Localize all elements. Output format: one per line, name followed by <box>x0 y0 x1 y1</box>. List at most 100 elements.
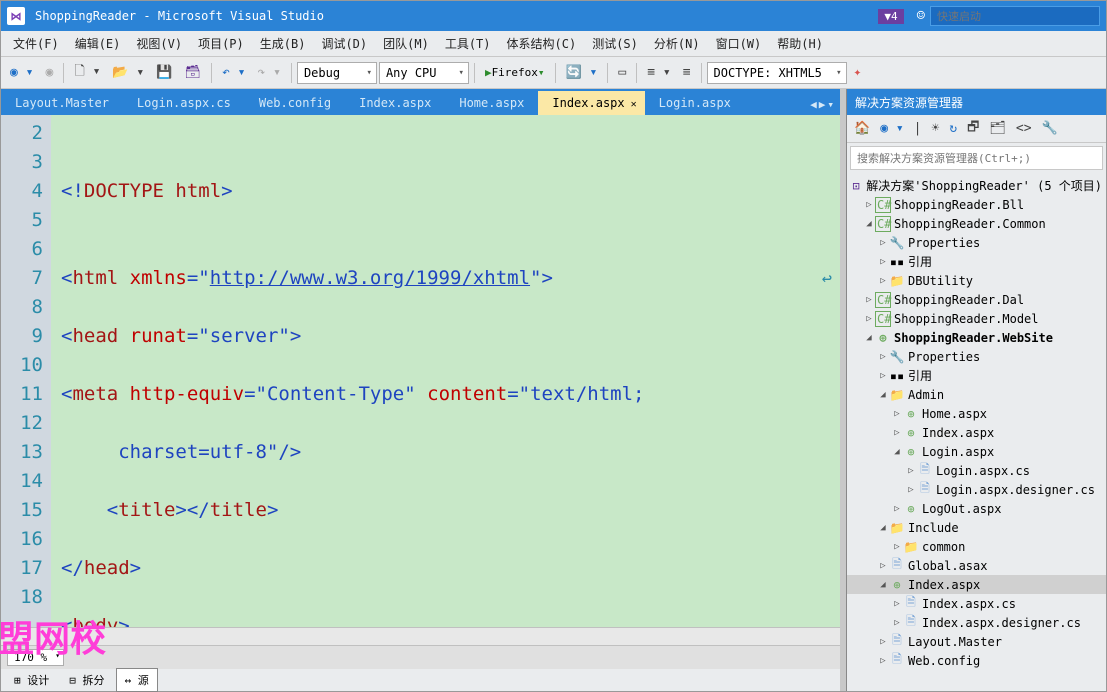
zoom-combo[interactable]: 170 % <box>7 649 64 666</box>
cs-file-icon: 🗎 <box>917 460 933 481</box>
menu-view[interactable]: 视图(V) <box>128 31 190 56</box>
node-references-2[interactable]: ▷▪▪引用 <box>847 366 1106 385</box>
preview-icon[interactable]: 🔧 <box>1039 119 1061 138</box>
project-common[interactable]: ◢C#ShoppingReader.Common <box>847 214 1106 233</box>
node-home-aspx[interactable]: ▷⊕Home.aspx <box>847 404 1106 423</box>
aspx-icon: ⊕ <box>903 426 919 440</box>
csproj-icon: C# <box>875 197 891 213</box>
tab-login-aspx[interactable]: Login.aspx <box>645 91 745 115</box>
project-bll[interactable]: ▷C#ShoppingReader.Bll <box>847 195 1106 214</box>
home-icon[interactable]: 🏠 <box>851 119 873 138</box>
tab-home-aspx[interactable]: Home.aspx <box>445 91 538 115</box>
back-icon[interactable]: ◉ ▾ <box>877 119 906 138</box>
menu-tools[interactable]: 工具(T) <box>437 31 499 56</box>
project-dal[interactable]: ▷C#ShoppingReader.Dal <box>847 290 1106 309</box>
menu-help[interactable]: 帮助(H) <box>769 31 831 56</box>
indent-button[interactable]: ≡ ▾ <box>642 62 675 83</box>
explorer-header: 解决方案资源管理器 <box>847 89 1106 115</box>
tab-prev-icon[interactable]: ◀ <box>810 98 817 111</box>
menu-debug[interactable]: 调试(D) <box>313 31 375 56</box>
save-all-button[interactable]: 🗃 <box>179 62 206 83</box>
browser-link-button[interactable]: 🔄 ▾ <box>561 62 603 83</box>
properties-icon[interactable]: <> <box>1013 119 1035 138</box>
doctype-combo[interactable]: DOCTYPE: XHTML5 <box>707 62 847 84</box>
save-button[interactable]: 💾 <box>151 62 177 83</box>
feedback-icon[interactable]: ☺ <box>917 8 925 24</box>
wrench-icon: 🔧 <box>889 350 905 364</box>
collapse-icon[interactable]: 🗗 <box>964 116 982 142</box>
notification-badge[interactable]: ▼4 <box>878 9 903 24</box>
aspx-icon: ⊕ <box>889 578 905 592</box>
nav-forward-button[interactable]: ◉ <box>40 62 58 83</box>
solution-tree[interactable]: ⊡解决方案'ShoppingReader' (5 个项目) ▷C#Shoppin… <box>847 173 1106 691</box>
pending-changes-icon[interactable]: ☀ <box>929 119 943 138</box>
menu-team[interactable]: 团队(M) <box>375 31 437 56</box>
node-global-asax[interactable]: ▷🗎Global.asax <box>847 556 1106 575</box>
code-content[interactable]: <!DOCTYPE html> <html xmlns="http://www.… <box>51 115 840 627</box>
node-admin[interactable]: ◢📁Admin <box>847 385 1106 404</box>
solution-explorer: 解决方案资源管理器 🏠 ◉ ▾ | ☀ ↻ 🗗 🗂 <> 🔧 ⊡解决方案'Sho… <box>846 89 1106 691</box>
tab-webconfig[interactable]: Web.config <box>245 91 345 115</box>
node-login-cs[interactable]: ▷🗎Login.aspx.cs <box>847 461 1106 480</box>
node-web-config[interactable]: ▷🗎Web.config <box>847 651 1106 670</box>
menu-edit[interactable]: 编辑(E) <box>67 31 129 56</box>
tab-dropdown-icon[interactable]: ▾ <box>827 98 834 111</box>
nav-back-button[interactable]: ◉ ▾ <box>5 62 38 83</box>
node-properties-2[interactable]: ▷🔧Properties <box>847 347 1106 366</box>
menu-architecture[interactable]: 体系结构(C) <box>499 31 585 56</box>
open-file-button[interactable]: 📂 ▾ <box>107 62 149 83</box>
config-combo[interactable]: Debug <box>297 62 377 84</box>
code-editor[interactable]: 23456789101112131415161718 <!DOCTYPE htm… <box>1 115 840 627</box>
node-logout-aspx[interactable]: ▷⊕LogOut.aspx <box>847 499 1106 518</box>
source-tab[interactable]: ↔ 源 <box>116 668 158 692</box>
node-properties[interactable]: ▷🔧Properties <box>847 233 1106 252</box>
menu-test[interactable]: 测试(S) <box>584 31 646 56</box>
explorer-search-input[interactable] <box>850 146 1103 170</box>
tab-index-aspx-active[interactable]: Index.aspx✕ <box>538 91 644 115</box>
platform-combo[interactable]: Any CPU <box>379 62 469 84</box>
project-website[interactable]: ◢⊕ShoppingReader.WebSite <box>847 328 1106 347</box>
quick-launch-input[interactable] <box>930 6 1100 26</box>
tab-index-aspx-1[interactable]: Index.aspx <box>345 91 445 115</box>
validate-button[interactable]: ✦ <box>849 62 867 83</box>
cs-file-icon: 🗎 <box>917 479 933 500</box>
project-model[interactable]: ▷C#ShoppingReader.Model <box>847 309 1106 328</box>
node-references[interactable]: ▷▪▪引用 <box>847 252 1106 271</box>
menu-window[interactable]: 窗口(W) <box>708 31 770 56</box>
new-project-button[interactable]: 🗋 ▾ <box>69 59 105 87</box>
aspx-icon: ⊕ <box>903 502 919 516</box>
menu-file[interactable]: 文件(F) <box>5 31 67 56</box>
node-login-designer[interactable]: ▷🗎Login.aspx.designer.cs <box>847 480 1106 499</box>
undo-button[interactable]: ↶ ▾ <box>217 62 250 83</box>
split-tab[interactable]: ⊟ 拆分 <box>60 668 113 692</box>
redo-button[interactable]: ↷ ▾ <box>252 62 285 83</box>
node-index-cs[interactable]: ▷🗎Index.aspx.cs <box>847 594 1106 613</box>
node-dbutility[interactable]: ▷📁DBUtility <box>847 271 1106 290</box>
config-icon: 🗎 <box>889 650 905 671</box>
close-icon[interactable]: ✕ <box>631 99 637 110</box>
outdent-button[interactable]: ≡ <box>678 62 696 83</box>
node-index-aspx[interactable]: ▷⊕Index.aspx <box>847 423 1106 442</box>
start-button[interactable]: ▶ Firefox ▾ <box>480 63 550 82</box>
design-tab[interactable]: ⊞ 设计 <box>5 668 58 692</box>
node-include[interactable]: ◢📁Include <box>847 518 1106 537</box>
divider-icon[interactable]: ▭ <box>613 62 631 83</box>
horizontal-scrollbar[interactable] <box>1 627 840 645</box>
window-title: ShoppingReader - Microsoft Visual Studio <box>35 9 324 23</box>
sync-icon[interactable]: ↻ <box>946 119 960 138</box>
node-index-designer[interactable]: ▷🗎Index.aspx.designer.cs <box>847 613 1106 632</box>
menu-analyze[interactable]: 分析(N) <box>646 31 708 56</box>
node-common-folder[interactable]: ▷📁common <box>847 537 1106 556</box>
tab-layout-master[interactable]: Layout.Master <box>1 91 123 115</box>
folder-icon: 📁 <box>903 540 919 554</box>
menu-project[interactable]: 项目(P) <box>190 31 252 56</box>
node-index-aspx-root[interactable]: ◢⊕Index.aspx <box>847 575 1106 594</box>
menu-build[interactable]: 生成(B) <box>252 31 314 56</box>
tab-next-icon[interactable]: ▶ <box>819 98 826 111</box>
tab-login-cs[interactable]: Login.aspx.cs <box>123 91 245 115</box>
node-layout-master[interactable]: ▷🗎Layout.Master <box>847 632 1106 651</box>
show-all-icon[interactable]: 🗂 <box>986 119 1009 138</box>
line-gutter: 23456789101112131415161718 <box>1 115 51 627</box>
solution-node[interactable]: ⊡解决方案'ShoppingReader' (5 个项目) <box>847 176 1106 195</box>
node-login-aspx[interactable]: ◢⊕Login.aspx <box>847 442 1106 461</box>
